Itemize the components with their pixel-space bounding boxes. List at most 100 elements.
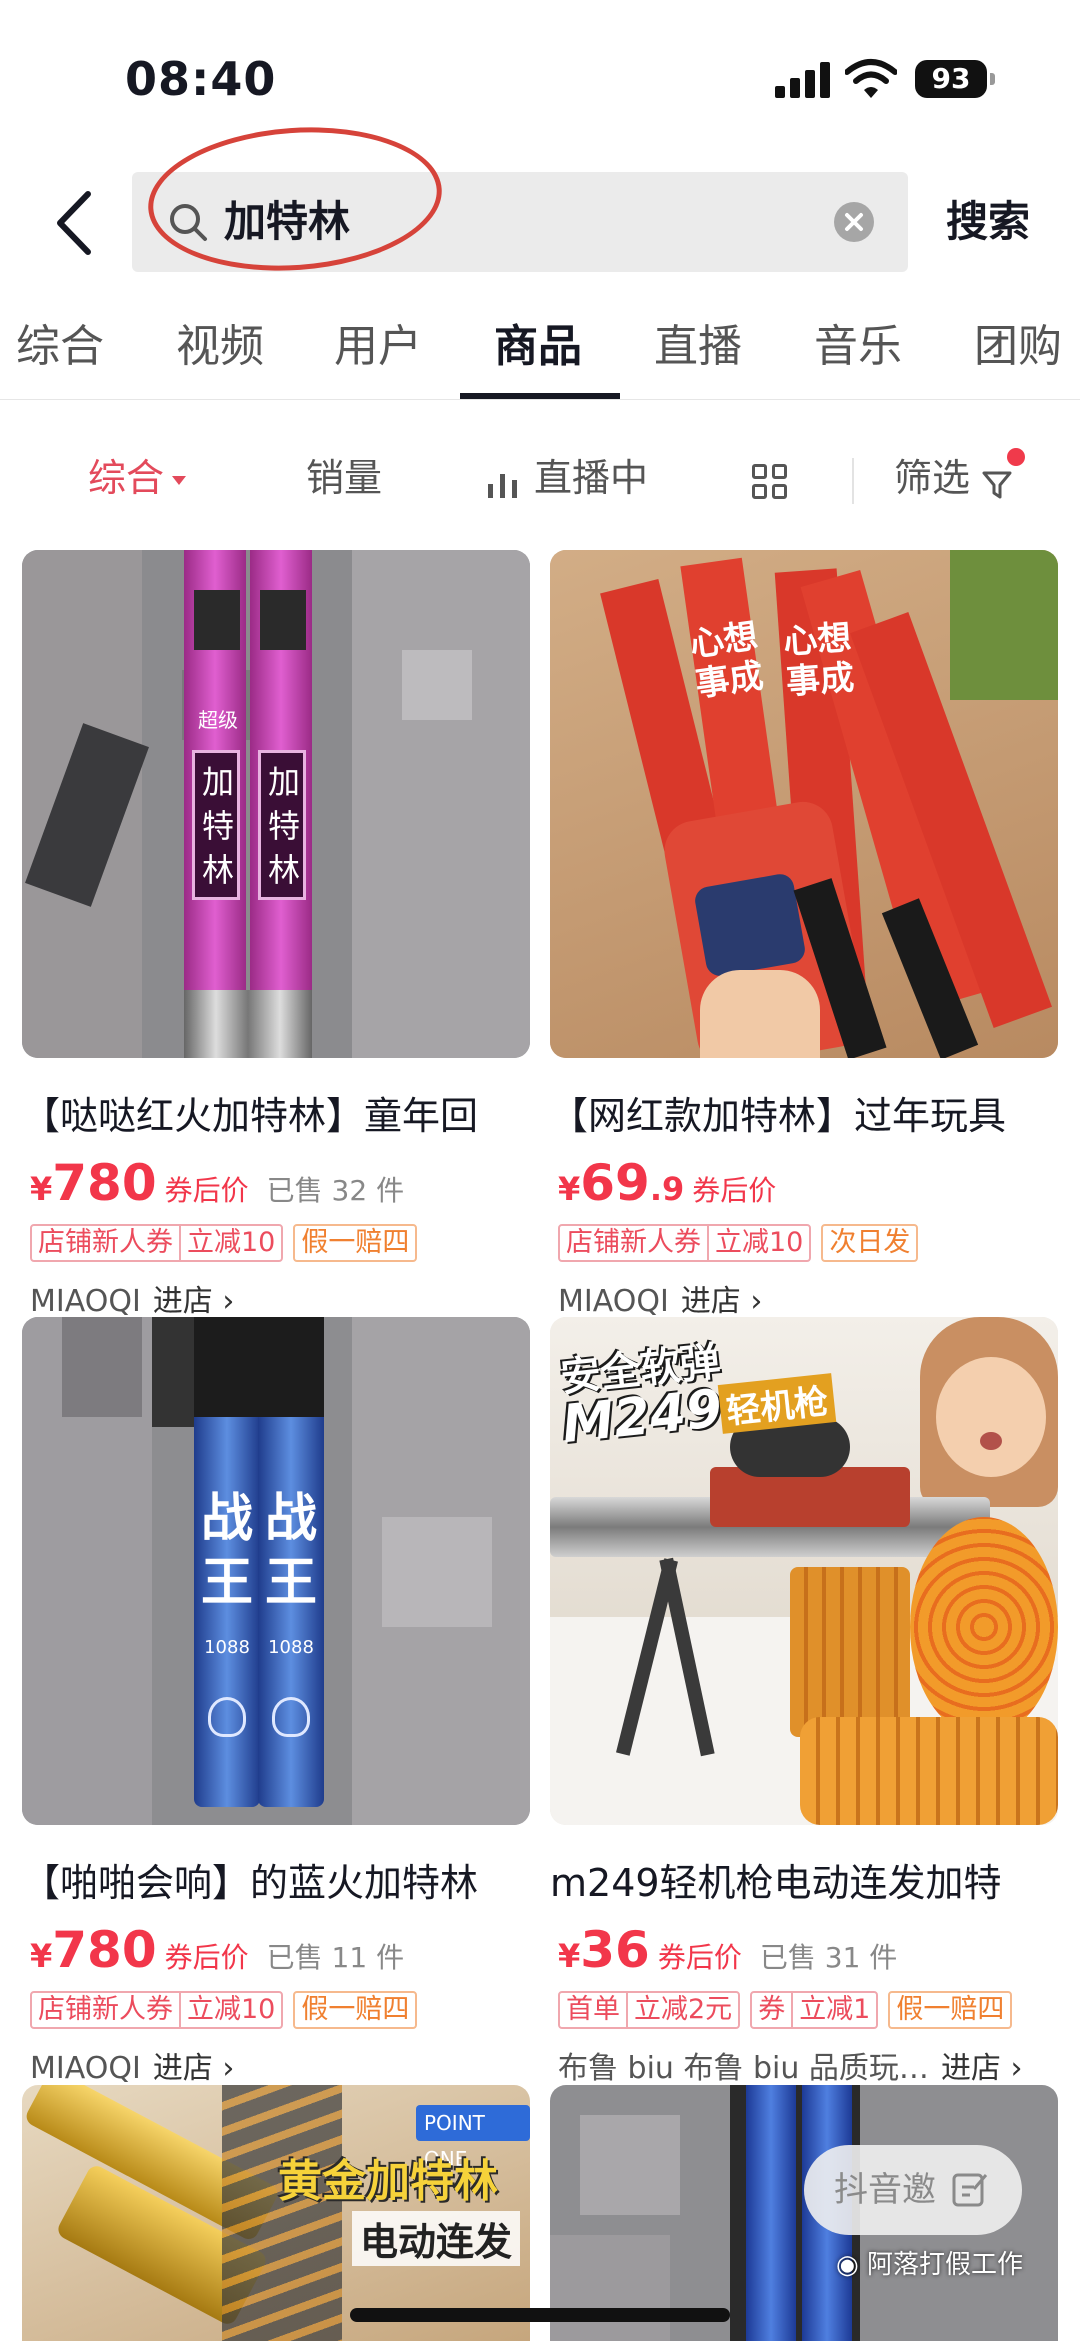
promo-badges: 店铺新人券 立减10 假一赔四 [30, 1991, 418, 2031]
enter-shop-link[interactable]: 进店 › [153, 2051, 235, 2086]
promo-badges: 首单 立减2元券立减1 假一赔四 [558, 1991, 1013, 2031]
enter-shop-link[interactable]: 进店 › [681, 1284, 763, 1319]
product-card[interactable]: POINT ONE 黄金加特林 电动连发 [22, 2085, 530, 2341]
coupon-badge: 券立减1 [750, 1991, 879, 2029]
coupon-badge: 首单 立减2元 [558, 1991, 741, 2029]
coupon-badge: 店铺新人券 立减10 [30, 1991, 284, 2029]
badge-text: 立减10 [179, 1226, 281, 1260]
coupon-badge: 店铺新人券 立减10 [558, 1224, 812, 1262]
product-image[interactable]: 战王 战王 1088 1088 [22, 1317, 530, 1825]
price-tag: 券后价 [657, 1941, 742, 1974]
product-title[interactable]: 【哒哒红火加特林】童年回 [22, 1090, 542, 1142]
shop-name: MIAOQI [30, 2051, 141, 2086]
price-value: 69 [580, 1154, 650, 1212]
shipping-badge: 次日发 [821, 1224, 919, 1262]
badge-text: 首单 [566, 1994, 620, 2025]
back-arrow-icon[interactable] [50, 190, 100, 256]
tab-products[interactable]: 商品 [494, 317, 582, 377]
filter-bar: 综合 销量 直播中 筛选 [0, 440, 1080, 520]
shop-name: 布鲁 biu 布鲁 biu 品质玩… [558, 2051, 929, 2086]
image-label: 黄金加特林 [278, 2156, 498, 2207]
image-label: 心想事成 [782, 617, 856, 703]
home-indicator[interactable] [350, 2308, 730, 2322]
currency-symbol: ¥ [558, 1937, 581, 1975]
search-button[interactable]: 搜索 [946, 192, 1030, 252]
funnel-icon [982, 471, 1012, 499]
currency-symbol: ¥ [558, 1170, 581, 1208]
product-image[interactable]: 安全软弹 M249 轻机枪 [550, 1317, 1058, 1825]
price-row: ¥36 券后价 已售 31 件 [558, 1921, 897, 1981]
filter-sales[interactable]: 销量 [306, 448, 382, 508]
filter-button[interactable]: 筛选 [894, 448, 970, 508]
sold-count: 已售 31 件 [759, 1941, 898, 1974]
status-bar: 08:40 93 [0, 0, 1080, 150]
image-label: 加特林 [267, 763, 300, 889]
price-decimal: .9 [649, 1170, 685, 1208]
coupon-badge: 店铺新人券 立减10 [30, 1224, 284, 1262]
image-label: 战王 [264, 1489, 317, 1613]
tab-live[interactable]: 直播 [654, 317, 742, 377]
enter-shop-link[interactable]: 进店 › [941, 2051, 1023, 2086]
shop-name: MIAOQI [558, 1284, 669, 1319]
filter-live[interactable]: 直播中 [534, 448, 648, 508]
price-value: 36 [580, 1921, 650, 1979]
wechat-icon: ◉ [836, 2250, 867, 2280]
search-query-text: 加特林 [224, 197, 351, 246]
price-value: 780 [52, 1921, 157, 1979]
search-input[interactable]: 加特林 [132, 172, 908, 272]
price-tag: 券后价 [692, 1174, 777, 1207]
filter-comprehensive-label: 综合 [88, 456, 165, 500]
clear-search-icon[interactable] [834, 202, 874, 242]
price-value: 780 [52, 1154, 157, 1212]
tab-users[interactable]: 用户 [334, 317, 422, 377]
badge-text: 立减1 [791, 1993, 876, 2027]
product-image[interactable]: 超级 加特林 加特林 [22, 550, 530, 1058]
badge-text: 立减10 [707, 1226, 809, 1260]
price-tag: 券后价 [164, 1174, 249, 1207]
product-image[interactable]: POINT ONE 黄金加特林 电动连发 [22, 2085, 530, 2341]
search-icon [170, 204, 207, 241]
filter-divider [852, 458, 854, 504]
price-row: ¥69.9 券后价 [558, 1154, 776, 1214]
grid-view-icon[interactable] [752, 464, 788, 500]
active-tab-indicator [460, 393, 620, 399]
image-label: 电动连发 [352, 2211, 521, 2266]
status-time: 08:40 [125, 52, 277, 106]
product-title[interactable]: m249轻机枪电动连发加特 [550, 1857, 1070, 1909]
search-tabs: 综合 视频 用户 商品 直播 音乐 团购 [0, 305, 1080, 400]
sold-count: 已售 32 件 [266, 1174, 405, 1207]
currency-symbol: ¥ [30, 1170, 53, 1208]
enter-shop-link[interactable]: 进店 › [153, 1284, 235, 1319]
badge-text: 券 [758, 1994, 786, 2025]
image-label: 1088 [204, 1637, 250, 1658]
guarantee-badge: 假一赔四 [293, 1224, 418, 1262]
watermark-text: 阿落打假工作 [866, 2250, 1023, 2280]
currency-symbol: ¥ [30, 1937, 53, 1975]
notification-dot [1007, 448, 1025, 466]
guarantee-badge: 假一赔四 [293, 1991, 418, 2029]
badge-text: 立减10 [179, 1993, 281, 2027]
image-label: 1088 [268, 1637, 314, 1658]
tab-music[interactable]: 音乐 [814, 317, 902, 377]
filter-comprehensive[interactable]: 综合 [88, 448, 187, 508]
guarantee-badge: 假一赔四 [888, 1991, 1013, 2029]
tab-videos[interactable]: 视频 [176, 317, 264, 377]
cellular-signal-icon [775, 62, 831, 98]
product-image[interactable]: 心想事成 心想事成 [550, 550, 1058, 1058]
image-label: 加特林 [201, 763, 234, 889]
shop-name: MIAOQI [30, 1284, 141, 1319]
product-title[interactable]: 【啪啪会响】的蓝火加特林 [22, 1857, 542, 1909]
tab-group-buy[interactable]: 团购 [974, 317, 1062, 377]
price-row: ¥780 券后价 已售 11 件 [30, 1921, 404, 1981]
image-label: 战王 [200, 1489, 253, 1613]
badge-text: 立减2元 [626, 1993, 738, 2027]
brand-text: POINT [424, 2111, 485, 2135]
wifi-icon [845, 59, 897, 98]
promo-badges: 店铺新人券 立减10 次日发 [558, 1224, 919, 1264]
invite-float-button[interactable]: 抖音邀 [804, 2145, 1022, 2235]
tab-comprehensive[interactable]: 综合 [16, 317, 104, 377]
badge-text: 店铺新人券 [38, 1227, 173, 1258]
brand-label: POINT ONE [416, 2105, 530, 2171]
caret-down-icon [172, 476, 187, 485]
product-title[interactable]: 【网红款加特林】过年玩具 [550, 1090, 1070, 1142]
